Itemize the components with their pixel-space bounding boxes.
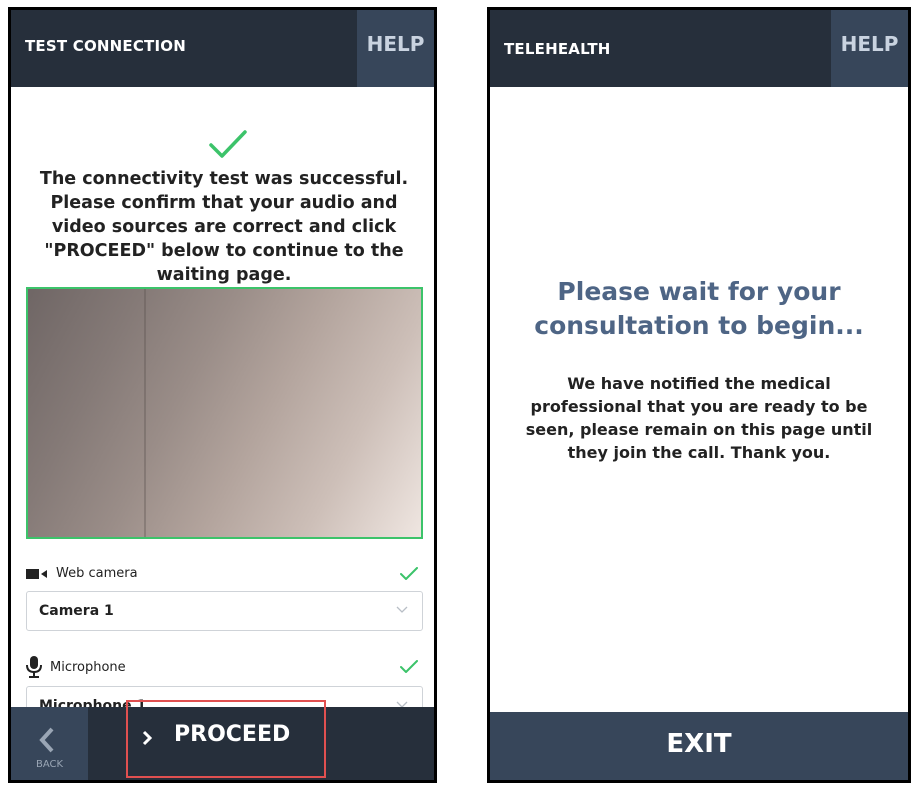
camera-ok-check-icon [400,567,418,580]
video-camera-icon [26,568,47,579]
microphone-ok-check-icon [400,660,418,673]
screen-title: TEST CONNECTION [25,37,186,55]
chevron-down-icon [396,606,408,613]
web-camera-label-text: Web camera [56,566,138,581]
back-label: BACK [35,759,64,770]
back-button[interactable]: BACK [11,707,88,780]
web-camera-label: Web camera [26,566,138,581]
test-connection-screen: TEST CONNECTION HELP The connectivity te… [8,7,437,783]
wait-message: We have notified the medical professiona… [525,374,873,462]
wait-heading: Please wait for your consultation to beg… [534,277,864,340]
screen-title: TELEHEALTH [504,40,611,58]
top-bar: TELEHEALTH HELP [490,10,908,87]
video-preview [26,287,423,539]
microphone-icon [26,656,42,678]
connectivity-message: The connectivity test was successful. Pl… [39,169,409,285]
telehealth-waiting-screen: TELEHEALTH HELP Please wait for your con… [487,7,911,783]
help-button[interactable]: HELP [357,10,434,87]
help-button[interactable]: HELP [831,10,908,87]
top-bar: TEST CONNECTION HELP [11,10,434,87]
microphone-label-text: Microphone [50,659,126,675]
camera-select-value: Camera 1 [39,603,114,619]
chevron-left-icon [39,727,54,753]
chevron-right-icon [142,730,152,746]
exit-button[interactable]: EXIT [490,712,908,780]
microphone-label: Microphone [26,656,126,678]
proceed-button[interactable]: PROCEED [126,700,326,778]
success-check-icon [209,130,247,158]
proceed-label: PROCEED [174,722,291,747]
bottom-bar: BACK PROCEED [11,700,434,780]
camera-select[interactable]: Camera 1 [26,591,423,631]
